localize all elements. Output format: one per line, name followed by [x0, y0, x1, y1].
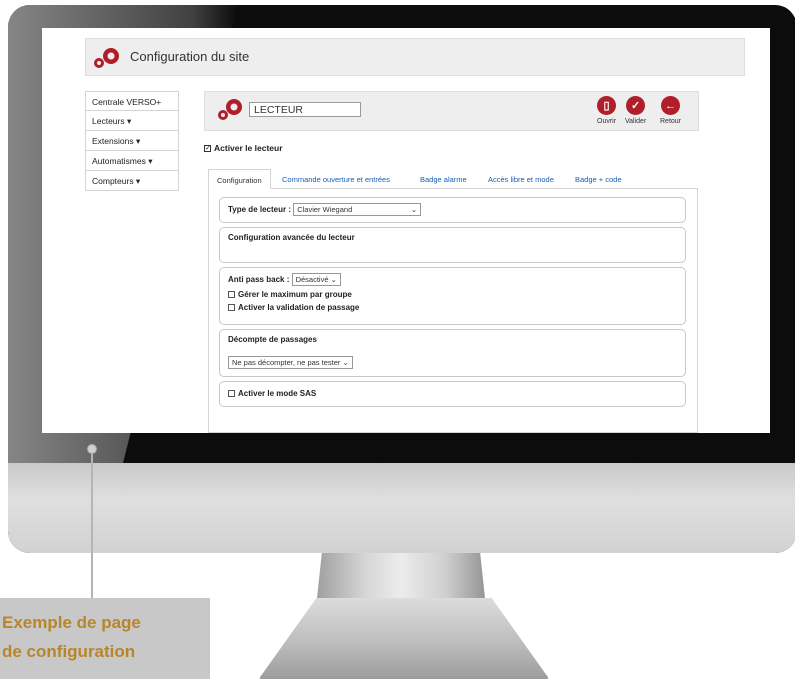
validate-button[interactable]: ✓ Valider [625, 96, 646, 125]
tab-bar: Configuration Commande ouverture et entr… [208, 169, 698, 189]
pass-count-box: Décompte de passages Ne pas décompter, n… [219, 329, 686, 377]
pass-count-value: Ne pas décompter, ne pas tester [232, 358, 341, 367]
pass-count-select[interactable]: Ne pas décompter, ne pas tester ⌄ [228, 356, 353, 369]
reader-header: LECTEUR ▯ Ouvrir ✓ Valider ← Retour [204, 91, 699, 131]
validate-button-label: Valider [625, 118, 647, 125]
configuration-panel: Type de lecteur : Clavier Wiegand ⌄ Confi… [208, 189, 698, 433]
reader-type-box: Type de lecteur : Clavier Wiegand ⌄ [219, 197, 686, 223]
activate-validation-label: Activer la validation de passage [238, 303, 360, 312]
gears-icon [217, 97, 245, 128]
sidebar-item-automatismes[interactable]: Automatismes ▾ [85, 151, 179, 171]
site-header: Configuration du site [85, 38, 745, 76]
reader-type-label: Type de lecteur : [228, 205, 291, 214]
manage-max-group-checkbox[interactable] [228, 291, 235, 299]
activate-reader-label: Activer le lecteur [214, 143, 283, 153]
sidebar-item-centrale[interactable]: Centrale VERSO+ [85, 91, 179, 111]
anti-pass-back-select[interactable]: Désactivé ⌄ [291, 273, 341, 286]
caption-line-2: de configuration [2, 642, 136, 661]
manage-max-group-label: Gérer le maximum par groupe [238, 290, 352, 299]
sas-mode-checkbox[interactable] [228, 390, 235, 398]
chevron-down-icon: ⌄ [330, 275, 337, 284]
open-button[interactable]: ▯ Ouvrir [597, 96, 616, 125]
back-button[interactable]: ← Retour [660, 96, 681, 125]
advanced-config-box: Configuration avancée du lecteur [219, 227, 686, 263]
chevron-down-icon: ⌄ [410, 205, 418, 214]
tab-acces-libre[interactable]: Accès libre et mode [480, 169, 562, 189]
anti-pass-back-value: Désactivé [295, 275, 329, 284]
manage-max-group-row[interactable]: Gérer le maximum par groupe [228, 290, 677, 299]
monitor-stand-base [258, 598, 550, 679]
open-button-label: Ouvrir [597, 118, 617, 125]
sidebar: Centrale VERSO+ Lecteurs ▾ Extensions ▾ … [85, 91, 179, 191]
caption-line-1: Exemple de page [2, 613, 141, 632]
tab-badge-code[interactable]: Badge + code [567, 169, 630, 189]
monitor: Configuration du site Centrale VERSO+ Le… [8, 5, 795, 553]
sidebar-item-extensions[interactable]: Extensions ▾ [85, 131, 179, 151]
sas-mode-box: Activer le mode SAS [219, 381, 686, 407]
callout-dot [87, 444, 97, 454]
activate-validation-row[interactable]: Activer la validation de passage [228, 303, 677, 312]
reader-name-input[interactable]: LECTEUR [249, 102, 361, 117]
anti-pass-back-box: Anti pass back : Désactivé ⌄ Gérer le ma… [219, 267, 686, 325]
site-header-title: Configuration du site [130, 49, 250, 64]
reader-type-value: Clavier Wiegand [297, 205, 353, 214]
anti-pass-back-label: Anti pass back : [228, 275, 290, 284]
activate-reader-checkbox[interactable]: ✓ [204, 145, 211, 153]
screen: Configuration du site Centrale VERSO+ Le… [42, 28, 770, 433]
caption-box: Exemple de page de configuration [0, 598, 210, 679]
sas-mode-label: Activer le mode SAS [238, 389, 317, 398]
main-content: LECTEUR ▯ Ouvrir ✓ Valider ← Retour ✓ Ac… [204, 91, 699, 433]
sidebar-item-lecteurs[interactable]: Lecteurs ▾ [85, 111, 179, 131]
callout-leader-line [91, 454, 93, 608]
advanced-config-label[interactable]: Configuration avancée du lecteur [228, 233, 355, 242]
tab-badge-alarme[interactable]: Badge alarme [412, 169, 475, 189]
check-icon: ✓ [626, 96, 646, 115]
sidebar-item-compteurs[interactable]: Compteurs ▾ [85, 171, 179, 191]
activate-reader-row[interactable]: ✓ Activer le lecteur [204, 143, 283, 153]
sas-mode-row[interactable]: Activer le mode SAS [228, 389, 677, 398]
back-button-label: Retour [660, 118, 682, 125]
gears-logo-icon [92, 45, 122, 76]
arrow-left-icon: ← [661, 96, 680, 115]
stage: Configuration du site Centrale VERSO+ Le… [0, 0, 795, 679]
pass-count-label: Décompte de passages [228, 335, 317, 344]
tab-configuration[interactable]: Configuration [208, 169, 271, 189]
tab-commande-ouverture[interactable]: Commande ouverture et entrées [274, 169, 398, 189]
door-icon: ▯ [597, 96, 617, 115]
chevron-down-icon: ⌄ [342, 358, 349, 367]
activate-validation-checkbox[interactable] [228, 304, 235, 312]
reader-type-select[interactable]: Clavier Wiegand ⌄ [293, 203, 422, 216]
monitor-chin [8, 463, 795, 553]
